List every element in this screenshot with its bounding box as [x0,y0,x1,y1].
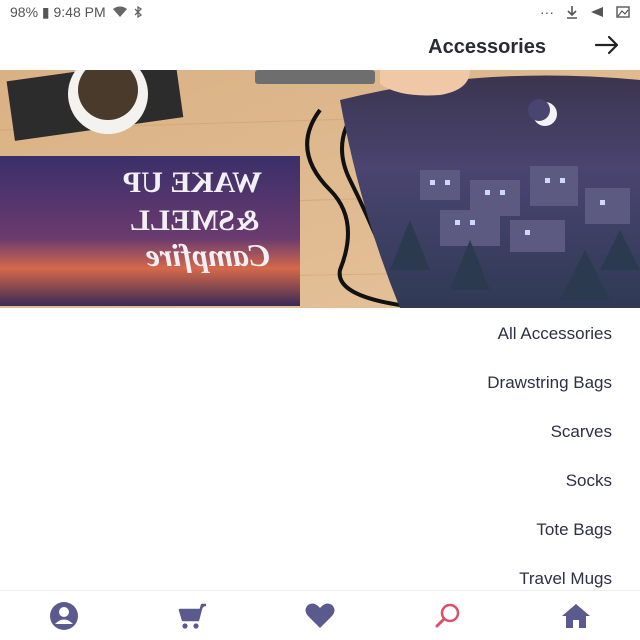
category-label: Socks [565,470,612,490]
nav-home[interactable] [546,596,606,636]
svg-text:Campfire: Campfire [146,237,270,273]
category-label: Travel Mugs [519,568,612,588]
svg-text:WAKE UP: WAKE UP [123,166,262,199]
category-item-socks[interactable]: Socks [0,456,640,505]
bluetooth-icon [134,6,142,18]
category-item-travel-mugs[interactable]: Travel Mugs [0,554,640,590]
nav-search[interactable] [418,596,478,636]
svg-text:&SMELL: &SMELL [130,204,260,237]
search-icon [435,603,460,627]
hero-image: WAKE UP &SMELL Campfire [0,70,640,308]
app-header: Accessories [0,24,640,70]
home-icon [562,603,590,628]
navigation-icon [591,7,603,17]
status-left: 98% ▮ 9:48 PM [10,4,142,21]
category-label: All Accessories [497,324,612,343]
page-title: Accessories [428,35,546,58]
download-icon [567,6,577,19]
category-label: Drawstring Bags [487,372,612,392]
category-item-drawstring-bags[interactable]: Drawstring Bags [0,358,640,407]
heart-icon [305,603,335,628]
category-label: Tote Bags [536,519,612,539]
image-icon [616,6,630,18]
screen: 98% ▮ 9:48 PM ··· Accessories WAKE UP &S… [0,0,640,640]
profile-icon [50,601,78,630]
category-item-tote-bags[interactable]: Tote Bags [0,505,640,554]
arrow-right-icon [594,35,619,54]
hero-illustration: WAKE UP &SMELL Campfire [0,70,640,308]
more-dots-icon: ··· [540,4,554,20]
status-bar: 98% ▮ 9:48 PM ··· [0,0,640,24]
nav-cart[interactable] [162,596,222,636]
nav-favorites[interactable] [290,596,350,636]
cart-icon [178,603,206,629]
category-item-scarves[interactable]: Scarves [0,407,640,456]
nav-profile[interactable] [34,596,94,636]
category-list: All Accessories Drawstring Bags Scarves … [0,308,640,590]
back-button[interactable] [594,35,620,60]
category-item-all-accessories[interactable]: All Accessories [0,308,640,358]
category-label: Scarves [550,421,612,441]
bottom-nav [0,590,640,640]
wifi-icon [112,6,127,17]
status-right: ··· [540,4,630,20]
status-time-battery: 98% ▮ 9:48 PM [10,3,106,20]
